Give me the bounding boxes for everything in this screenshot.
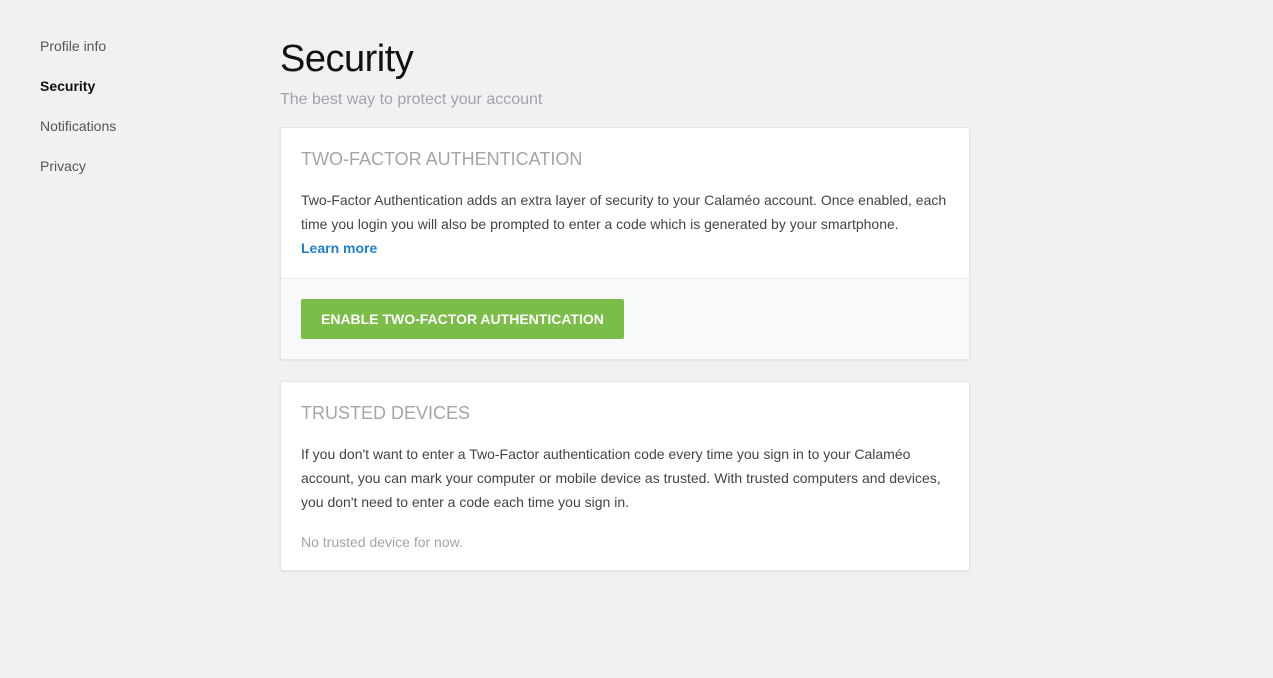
- main-content: Security The best way to protect your ac…: [280, 36, 970, 571]
- learn-more-link[interactable]: Learn more: [301, 236, 377, 260]
- trusted-devices-description: If you don't want to enter a Two-Factor …: [301, 446, 941, 510]
- two-factor-title: TWO-FACTOR AUTHENTICATION: [301, 149, 583, 169]
- enable-two-factor-button[interactable]: ENABLE TWO-FACTOR AUTHENTICATION: [301, 299, 624, 339]
- sidebar-item-security[interactable]: Security: [40, 76, 240, 96]
- trusted-devices-card: TRUSTED DEVICES If you don't want to ent…: [280, 381, 970, 571]
- settings-sidebar: Profile info Security Notifications Priv…: [40, 36, 240, 196]
- sidebar-item-profile-info[interactable]: Profile info: [40, 36, 240, 56]
- trusted-devices-empty-note: No trusted device for now.: [301, 534, 463, 550]
- page-subtitle: The best way to protect your account: [280, 91, 543, 108]
- sidebar-item-notifications[interactable]: Notifications: [40, 116, 240, 136]
- trusted-devices-card-body: TRUSTED DEVICES If you don't want to ent…: [281, 382, 969, 570]
- two-factor-description: Two-Factor Authentication adds an extra …: [301, 192, 947, 232]
- two-factor-card: TWO-FACTOR AUTHENTICATION Two-Factor Aut…: [280, 127, 970, 360]
- sidebar-item-privacy[interactable]: Privacy: [40, 156, 240, 176]
- two-factor-card-body: TWO-FACTOR AUTHENTICATION Two-Factor Aut…: [281, 128, 969, 278]
- two-factor-card-footer: ENABLE TWO-FACTOR AUTHENTICATION: [281, 278, 969, 359]
- page-title: Security: [280, 38, 414, 80]
- trusted-devices-title: TRUSTED DEVICES: [301, 403, 471, 423]
